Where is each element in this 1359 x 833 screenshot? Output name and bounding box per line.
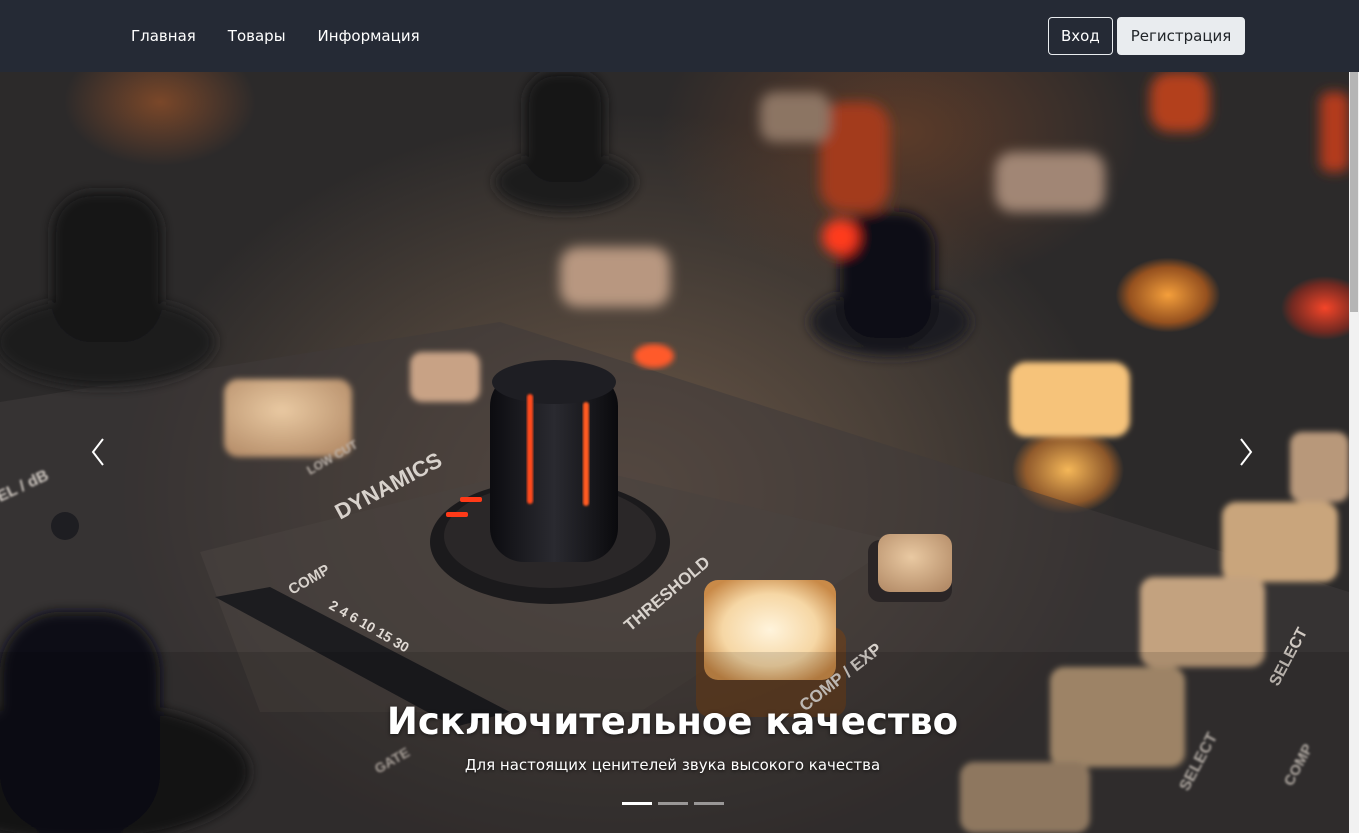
main-nav: Главная Товары Информация [131,0,420,72]
top-navbar: Главная Товары Информация Вход Регистрац… [0,0,1359,72]
carousel-prev-button[interactable] [83,432,113,472]
chevron-right-icon [1240,438,1253,466]
nav-link-home[interactable]: Главная [131,27,196,45]
carousel-indicators [622,802,724,805]
carousel-indicator-2[interactable] [658,802,688,805]
scrollbar-thumb[interactable] [1350,72,1358,312]
slide-subtitle: Для настоящих ценителей звука высокого к… [464,756,881,774]
carousel-next-button[interactable] [1231,432,1261,472]
carousel-indicator-1[interactable] [622,802,652,805]
login-button[interactable]: Вход [1048,17,1113,55]
slide-title: Исключительное качество [386,700,959,743]
hero-carousel: DYNAMICS THRESHOLD COMP / EXP COMP 2 4 6… [0,72,1349,833]
nav-link-info[interactable]: Информация [318,27,420,45]
register-button[interactable]: Регистрация [1116,17,1246,55]
carousel-indicator-3[interactable] [694,802,724,805]
chevron-left-icon [91,438,104,466]
auth-actions: Вход Регистрация [1048,17,1246,55]
nav-link-products[interactable]: Товары [228,27,286,45]
page-scrollbar[interactable] [1349,0,1359,833]
